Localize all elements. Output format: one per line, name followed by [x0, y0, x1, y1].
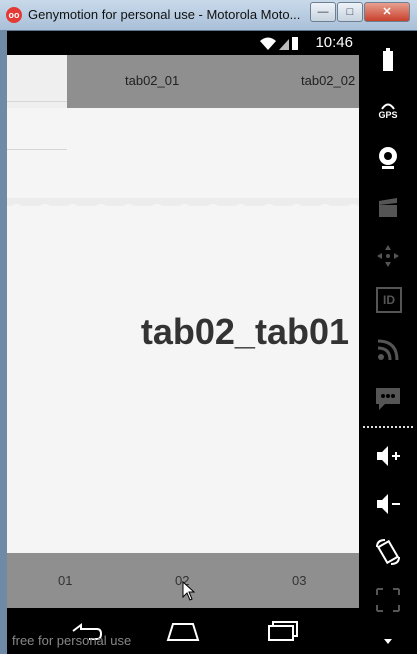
rss-icon[interactable] — [373, 335, 403, 365]
minimize-button[interactable]: — — [310, 2, 336, 22]
recents-icon[interactable] — [261, 616, 301, 646]
video-icon[interactable] — [373, 193, 403, 223]
dpad-icon[interactable] — [373, 241, 403, 271]
scalloped-edge — [7, 198, 359, 220]
tab-tab02-02[interactable]: tab02_02 — [301, 73, 355, 88]
gps-label: GPS — [378, 110, 398, 120]
battery-icon — [292, 37, 298, 50]
window-title: Genymotion for personal use - Motorola M… — [28, 7, 301, 22]
menu-arrow-icon[interactable] — [373, 631, 403, 651]
status-bar: 10:46 — [7, 31, 359, 55]
signal-icon — [279, 39, 289, 50]
bottom-tab-01[interactable]: 01 — [58, 573, 72, 588]
window-titlebar: oo Genymotion for personal use - Motorol… — [0, 0, 417, 31]
volume-down-icon[interactable] — [373, 489, 403, 519]
top-tab-bar: tab02_01 tab02_02 — [67, 55, 359, 108]
battery-icon[interactable] — [373, 45, 403, 75]
android-nav-bar: free for personal use — [7, 608, 359, 654]
close-button[interactable]: ✕ — [364, 2, 410, 22]
sms-icon[interactable] — [373, 383, 403, 413]
content-title: tab02_tab01 — [140, 311, 349, 352]
maximize-button[interactable]: □ — [337, 2, 363, 22]
bottom-tab-bar: 01 02 03 — [7, 553, 359, 608]
status-clock: 10:46 — [315, 34, 353, 51]
camera-icon[interactable] — [373, 143, 403, 173]
gps-icon[interactable]: GPS — [373, 95, 403, 125]
list-divider — [7, 149, 67, 150]
list-divider — [7, 101, 67, 102]
status-icons — [260, 37, 298, 50]
tab-tab02-01[interactable]: tab02_01 — [125, 73, 179, 88]
gps-wave-icon — [381, 103, 395, 110]
scale-icon[interactable] — [373, 585, 403, 615]
mouse-cursor-icon — [182, 581, 196, 601]
panel-divider — [363, 426, 413, 428]
home-icon[interactable] — [163, 616, 203, 646]
watermark-text: free for personal use — [12, 633, 132, 648]
phone-screen[interactable]: 10:46 tab02_01 tab02_02 tab02_tab01 01 0… — [7, 31, 359, 608]
genymotion-side-panel: GPS ID — [359, 31, 417, 654]
bottom-tab-03[interactable]: 03 — [292, 573, 306, 588]
wifi-icon — [260, 37, 276, 50]
window-frame — [0, 30, 7, 654]
id-icon[interactable]: ID — [376, 287, 402, 313]
volume-up-icon[interactable] — [373, 441, 403, 471]
id-label: ID — [383, 293, 395, 307]
rotate-icon[interactable] — [373, 537, 403, 567]
genymotion-app-icon: oo — [6, 7, 22, 23]
